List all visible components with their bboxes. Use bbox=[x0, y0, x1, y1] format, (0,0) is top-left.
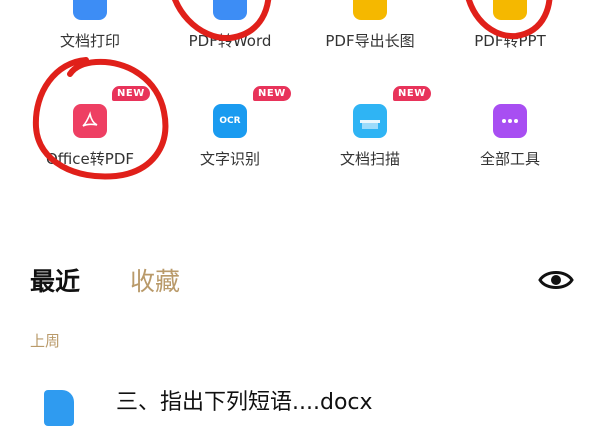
all-tools-icon bbox=[493, 104, 527, 138]
ocr-icon-text: OCR bbox=[219, 116, 241, 126]
tool-label: 文字识别 bbox=[199, 150, 260, 168]
tool-label: 全部工具 bbox=[479, 150, 540, 168]
docx-file-icon bbox=[44, 390, 74, 426]
tool-label: Office转PDF bbox=[45, 150, 134, 168]
scan-icon bbox=[353, 104, 387, 138]
tab-favorites[interactable]: 收藏 bbox=[130, 262, 180, 298]
tool-label: 文档打印 bbox=[59, 32, 120, 50]
tab-recent[interactable]: 最近 bbox=[30, 262, 80, 298]
tools-row-main: NEW Office转PDF OCR NEW 文字识别 NEW 文档扫描 全部工… bbox=[0, 86, 600, 204]
pdf-to-ppt-icon bbox=[493, 0, 527, 20]
ocr-icon: OCR bbox=[213, 104, 247, 138]
tool-label: PDF导出长图 bbox=[325, 32, 415, 50]
section-last-week: 上周 bbox=[30, 332, 61, 350]
eye-icon bbox=[538, 271, 574, 289]
new-badge: NEW bbox=[112, 86, 150, 101]
tool-label: PDF转PPT bbox=[474, 32, 546, 50]
tools-row-top: 文档打印 PDF转Word PDF导出长图 PDF转PPT bbox=[0, 0, 600, 86]
visibility-toggle-button[interactable] bbox=[536, 264, 576, 296]
pdf-export-image-icon bbox=[353, 0, 387, 20]
tool-label: PDF转Word bbox=[188, 32, 272, 50]
recent-file-row[interactable]: 三、指出下列短语....docx bbox=[30, 380, 590, 426]
tool-label: 文档扫描 bbox=[339, 150, 400, 168]
new-badge: NEW bbox=[393, 86, 431, 101]
office-to-pdf-icon bbox=[73, 104, 107, 138]
file-name: 三、指出下列短语....docx bbox=[116, 390, 373, 415]
pdf-to-word-icon bbox=[213, 0, 247, 20]
print-icon bbox=[73, 0, 107, 20]
new-badge: NEW bbox=[253, 86, 291, 101]
